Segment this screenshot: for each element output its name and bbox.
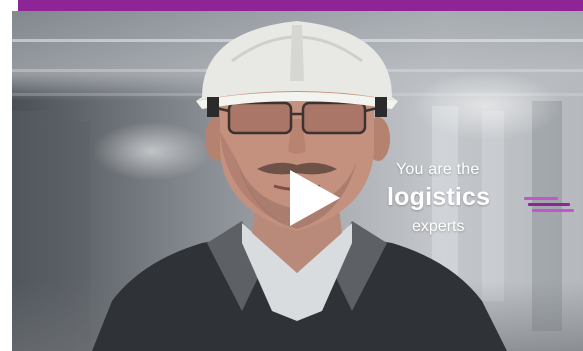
- top-accent-bar: [18, 0, 583, 11]
- headline-line-2: logistics: [387, 183, 491, 211]
- accent-stripe: [532, 209, 574, 212]
- accent-stripe: [524, 197, 558, 200]
- video-player[interactable]: You are the logistics experts: [12, 11, 583, 351]
- accent-stripes: [524, 197, 574, 217]
- video-frame: You are the logistics experts: [0, 0, 583, 351]
- headline-line-3: experts: [412, 218, 465, 235]
- play-icon[interactable]: [288, 168, 342, 228]
- headline-line-1: You are the: [396, 161, 480, 178]
- accent-stripe: [528, 203, 570, 206]
